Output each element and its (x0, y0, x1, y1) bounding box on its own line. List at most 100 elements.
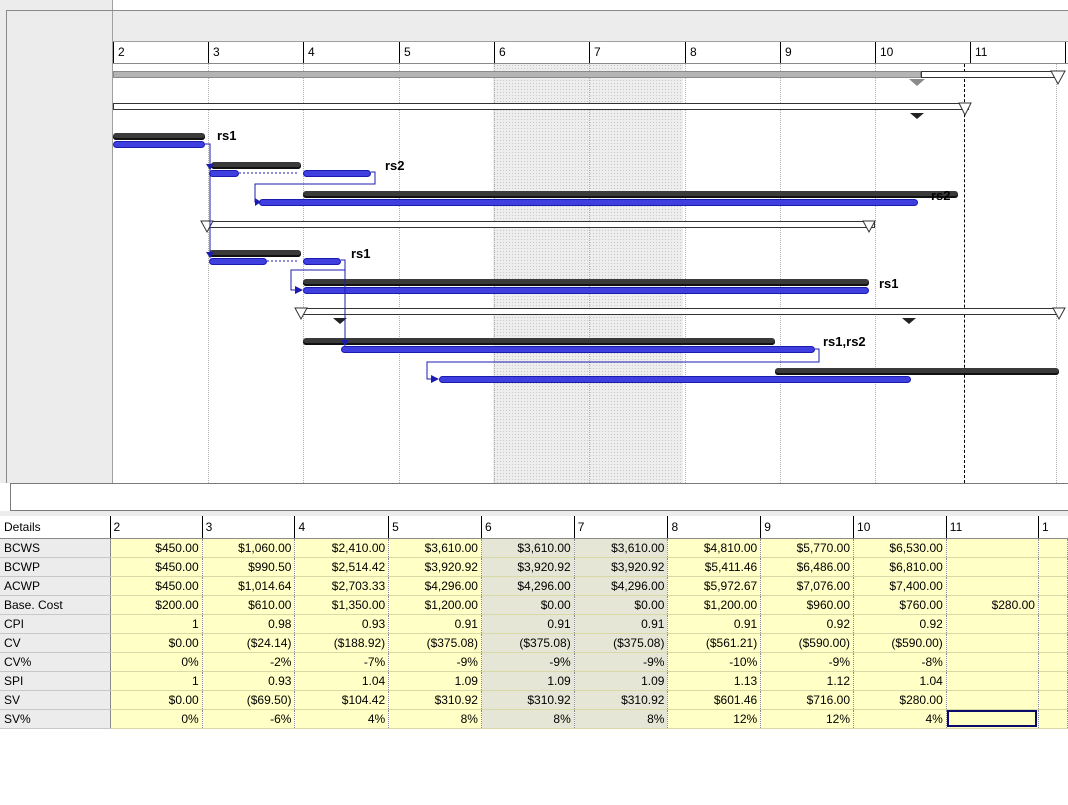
details-cell[interactable]: $0.00 (481, 595, 575, 615)
details-cell[interactable]: 0.93 (202, 671, 296, 691)
details-cell[interactable]: $310.92 (574, 690, 669, 710)
details-cell[interactable]: $3,610.00 (574, 538, 669, 558)
details-cell[interactable]: 1.13 (667, 671, 762, 691)
details-cell[interactable]: ($590.00) (760, 633, 855, 653)
details-cell[interactable]: $960.00 (760, 595, 855, 615)
details-cell[interactable]: $5,770.00 (760, 538, 855, 558)
details-cell[interactable] (1038, 576, 1068, 596)
details-cell[interactable] (1038, 690, 1068, 710)
details-cell[interactable]: $280.00 (946, 595, 1039, 615)
details-cell[interactable]: $310.92 (481, 690, 575, 710)
details-cell[interactable]: $1,014.64 (202, 576, 296, 596)
details-cell[interactable]: $1,350.00 (294, 595, 390, 615)
details-cell[interactable]: $1,200.00 (388, 595, 482, 615)
details-cell[interactable]: $450.00 (110, 538, 203, 558)
details-cell[interactable]: $4,296.00 (481, 576, 575, 596)
details-cell[interactable]: $3,920.92 (388, 557, 482, 577)
details-cell[interactable]: $450.00 (110, 557, 203, 577)
details-cell[interactable] (1038, 538, 1068, 558)
details-cell[interactable]: $4,296.00 (388, 576, 482, 596)
details-cell[interactable]: ($590.00) (853, 633, 947, 653)
details-cell[interactable]: $104.42 (294, 690, 390, 710)
gantt-bar-area[interactable]: rs1 rs2 rs2 rs1 rs1 rs1,rs2 (113, 64, 1068, 483)
details-cell[interactable]: $0.00 (110, 690, 203, 710)
details-cell[interactable]: 0.91 (388, 614, 482, 634)
details-cell[interactable]: 12% (667, 709, 762, 729)
details-cell[interactable]: 8% (388, 709, 482, 729)
details-cell[interactable]: -6% (202, 709, 296, 729)
details-cell[interactable] (946, 538, 1039, 558)
details-cell[interactable]: -2% (202, 652, 296, 672)
details-cell[interactable]: $5,972.67 (667, 576, 762, 596)
details-cell[interactable]: $310.92 (388, 690, 482, 710)
details-cell[interactable]: ($375.08) (481, 633, 575, 653)
earned-value-details-grid[interactable]: Details 2 3 4 5 6 7 8 9 10 11 1 BCWS $450… (0, 516, 1068, 805)
details-cell[interactable]: 1.12 (760, 671, 855, 691)
details-cell[interactable]: 8% (574, 709, 669, 729)
details-cell[interactable]: 1.09 (481, 671, 575, 691)
details-cell[interactable]: $0.00 (110, 633, 203, 653)
details-cell[interactable] (1038, 633, 1068, 653)
details-cell[interactable]: 4% (294, 709, 390, 729)
details-cell[interactable]: 0.92 (853, 614, 947, 634)
details-cell[interactable]: 0.92 (760, 614, 855, 634)
details-cell[interactable]: $7,076.00 (760, 576, 855, 596)
view-splitter[interactable] (10, 483, 1068, 511)
details-cell[interactable] (1038, 557, 1068, 577)
details-cell[interactable]: ($561.21) (667, 633, 762, 653)
details-cell[interactable]: 1.04 (853, 671, 947, 691)
details-cell[interactable]: $6,486.00 (760, 557, 855, 577)
details-cell[interactable]: -9% (760, 652, 855, 672)
details-cell[interactable]: $200.00 (110, 595, 203, 615)
details-cell[interactable]: 0.91 (574, 614, 669, 634)
details-cell[interactable]: ($375.08) (574, 633, 669, 653)
details-cell[interactable]: 1 (110, 671, 203, 691)
details-cell[interactable]: $4,810.00 (667, 538, 762, 558)
details-cell[interactable]: $280.00 (853, 690, 947, 710)
details-cell[interactable]: -9% (481, 652, 575, 672)
details-cell[interactable] (1038, 709, 1068, 729)
details-cell[interactable]: $610.00 (202, 595, 296, 615)
details-cell[interactable]: 0.91 (481, 614, 575, 634)
details-cell[interactable]: $3,920.92 (574, 557, 669, 577)
details-cell[interactable] (1038, 652, 1068, 672)
details-cell[interactable]: $3,610.00 (388, 538, 482, 558)
details-cell[interactable] (946, 633, 1039, 653)
details-cell[interactable]: -9% (574, 652, 669, 672)
details-cell[interactable]: $760.00 (853, 595, 947, 615)
details-cell[interactable]: $601.46 (667, 690, 762, 710)
details-cell[interactable]: ($375.08) (388, 633, 482, 653)
details-cell[interactable]: $4,296.00 (574, 576, 669, 596)
details-cell[interactable]: $3,920.92 (481, 557, 575, 577)
details-cell[interactable] (946, 614, 1039, 634)
details-cell[interactable]: -7% (294, 652, 390, 672)
details-cell[interactable]: -9% (388, 652, 482, 672)
details-cell[interactable]: $3,610.00 (481, 538, 575, 558)
details-cell[interactable]: $716.00 (760, 690, 855, 710)
details-cell[interactable]: $1,060.00 (202, 538, 296, 558)
details-cell[interactable] (1038, 671, 1068, 691)
details-cell[interactable]: 0% (110, 709, 203, 729)
details-cell[interactable]: $1,200.00 (667, 595, 762, 615)
details-cell[interactable]: 0.91 (667, 614, 762, 634)
details-cell[interactable] (946, 690, 1039, 710)
details-cell[interactable]: $450.00 (110, 576, 203, 596)
details-cell[interactable]: ($24.14) (202, 633, 296, 653)
details-cell[interactable]: 12% (760, 709, 855, 729)
details-cell[interactable] (1038, 614, 1068, 634)
details-cell[interactable]: 1.09 (574, 671, 669, 691)
details-cell[interactable]: 8% (481, 709, 575, 729)
details-cell[interactable]: -8% (853, 652, 947, 672)
details-cell[interactable]: 0.93 (294, 614, 390, 634)
details-cell[interactable]: 0% (110, 652, 203, 672)
details-cell[interactable]: -10% (667, 652, 762, 672)
details-cell[interactable]: $7,400.00 (853, 576, 947, 596)
details-cell[interactable]: 1.09 (388, 671, 482, 691)
details-cell[interactable]: $0.00 (574, 595, 669, 615)
details-cell[interactable]: $2,703.33 (294, 576, 390, 596)
details-cell[interactable] (946, 652, 1039, 672)
details-cell[interactable]: $2,514.42 (294, 557, 390, 577)
details-cell[interactable]: ($188.92) (294, 633, 390, 653)
details-cell[interactable]: 4% (853, 709, 947, 729)
details-cell[interactable]: $2,410.00 (294, 538, 390, 558)
